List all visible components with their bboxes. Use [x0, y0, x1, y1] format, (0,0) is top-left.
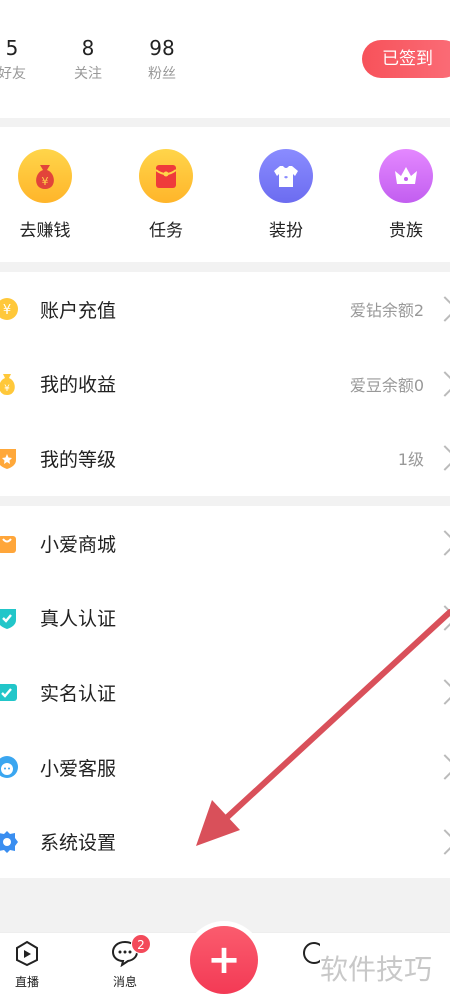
menu-system-settings-label: 系统设置	[40, 832, 117, 855]
add-button[interactable]: +	[190, 926, 258, 994]
stat-following-label: 关注	[74, 66, 102, 82]
plus-icon: +	[207, 937, 241, 983]
stat-fans-label: 粉丝	[148, 66, 176, 82]
svg-text:¥: ¥	[42, 175, 49, 188]
chevron-right-icon	[432, 296, 450, 323]
menu-mall-label: 小爱商城	[40, 533, 117, 556]
stat-friends[interactable]: 5 好友	[0, 36, 30, 82]
money-bag-icon: ¥	[18, 149, 72, 203]
stat-friends-count: 5	[5, 36, 19, 60]
partial-tab-icon	[303, 942, 320, 964]
menu-earnings-value: 爱豆余额0	[349, 375, 424, 395]
tab-messages-label: 消息	[112, 975, 137, 989]
quick-dress-up[interactable]: 装扮	[246, 149, 326, 241]
menu-system-settings[interactable]: 系统设置	[0, 804, 450, 879]
menu-level-label: 我的等级	[40, 448, 117, 471]
quick-earn-money-label: 去赚钱	[19, 221, 71, 241]
play-icon	[16, 940, 38, 967]
tab-partial[interactable]	[300, 939, 320, 971]
checkin-button[interactable]: 已签到	[362, 40, 450, 78]
quick-dress-up-label: 装扮	[269, 221, 303, 241]
chevron-right-icon	[432, 371, 450, 397]
gear-icon	[0, 829, 20, 855]
chevron-right-icon	[432, 828, 450, 855]
chevron-right-icon	[432, 679, 450, 706]
chevron-right-icon	[432, 754, 450, 780]
quick-earn-money[interactable]: ¥ 去赚钱	[5, 149, 85, 241]
quick-nobility-label: 贵族	[389, 221, 423, 241]
menu-real-name-verify[interactable]: 实名认证	[0, 655, 450, 730]
quick-tasks-label: 任务	[149, 221, 183, 241]
menu-level-value: 1级	[397, 450, 424, 470]
menu-earnings-label: 我的收益	[40, 374, 117, 397]
wallet-menu-group: ¥ 账户充值 爱钻余额2 ¥ 我的收益 爱豆余额0 我的等级 1级	[0, 272, 450, 496]
menu-real-person-verify[interactable]: 真人认证	[0, 581, 450, 656]
tab-live-label: 直播	[14, 975, 39, 989]
shield-badge-icon	[0, 445, 20, 471]
menu-recharge-value: 爱钻余额2	[349, 301, 424, 321]
stat-fans[interactable]: 98 粉丝	[142, 36, 182, 82]
coin-icon: ¥	[0, 296, 20, 322]
quick-tasks[interactable]: 任务	[126, 149, 206, 241]
menu-recharge[interactable]: ¥ 账户充值 爱钻余额2	[0, 272, 450, 347]
messages-unread-badge: 2	[131, 934, 151, 954]
menu-level[interactable]: 我的等级 1级	[0, 421, 450, 496]
crown-icon	[379, 149, 433, 203]
headset-avatar-icon	[0, 754, 20, 780]
menu-real-person-verify-label: 真人认证	[40, 608, 117, 631]
menu-customer-service-label: 小爱客服	[40, 757, 117, 780]
shopping-bag-icon	[0, 530, 20, 556]
stat-friends-label: 好友	[0, 66, 26, 82]
menu-customer-service[interactable]: 小爱客服	[0, 730, 450, 805]
stat-following[interactable]: 8 关注	[68, 36, 108, 82]
menu-mall[interactable]: 小爱商城	[0, 506, 450, 581]
chevron-right-icon	[432, 530, 450, 557]
tshirt-icon	[259, 149, 313, 203]
menu-real-name-verify-label: 实名认证	[40, 682, 117, 705]
svg-text:¥: ¥	[3, 303, 11, 318]
stat-fans-count: 98	[149, 36, 175, 60]
red-envelope-icon	[139, 149, 193, 203]
watermark-text: 软件技巧	[320, 948, 433, 988]
menu-recharge-label: 账户充值	[40, 299, 117, 322]
money-bag-small-icon: ¥	[0, 371, 20, 397]
service-menu-group: 小爱商城 真人认证 实名认证 小爱客服 系统设置	[0, 506, 450, 878]
chevron-right-icon	[432, 605, 450, 631]
menu-earnings[interactable]: ¥ 我的收益 爱豆余额0	[0, 347, 450, 422]
svg-text:¥: ¥	[4, 384, 10, 394]
stat-following-count: 8	[81, 36, 95, 60]
verified-shield-icon	[0, 605, 20, 631]
id-card-icon	[0, 679, 20, 705]
quick-nobility[interactable]: 贵族	[366, 149, 446, 241]
profile-stats-bar: 5 好友 8 关注 98 粉丝 已签到	[0, 0, 450, 118]
tab-live[interactable]: 直播	[2, 939, 52, 990]
chevron-right-icon	[432, 445, 450, 472]
quick-actions: ¥ 去赚钱 任务 装扮 贵族	[0, 127, 450, 262]
